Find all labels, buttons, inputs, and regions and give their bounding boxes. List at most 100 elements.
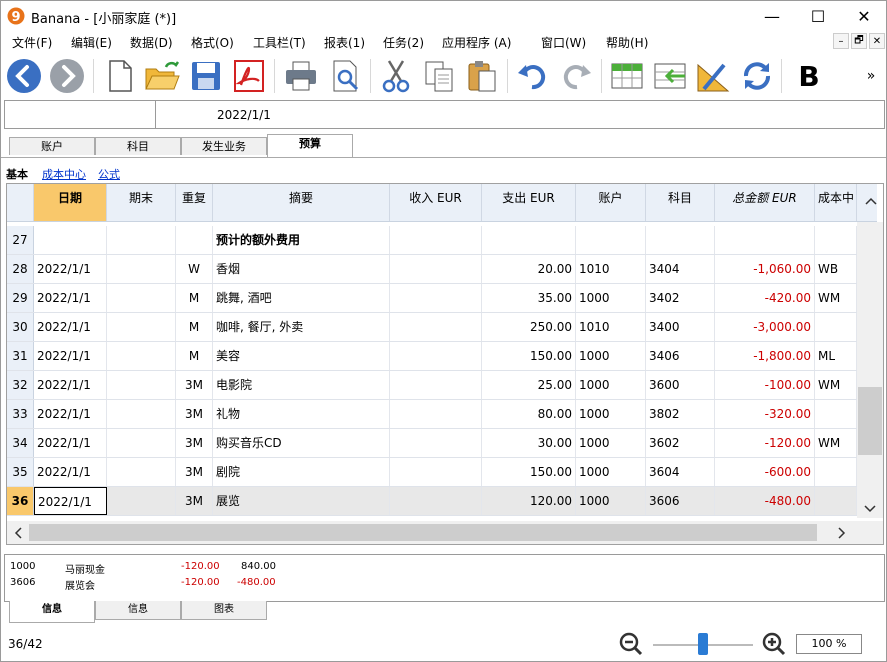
cell-date[interactable]: 2022/1/1 — [34, 487, 107, 515]
cell-description[interactable]: 礼物 — [213, 400, 390, 428]
cell-date[interactable]: 2022/1/1 — [34, 429, 107, 457]
cell-end[interactable] — [107, 342, 176, 370]
menu-apps[interactable]: 应用程序 (A) — [442, 34, 511, 51]
cell-account[interactable]: 1000 — [576, 342, 646, 370]
cell-account[interactable]: 1010 — [576, 313, 646, 341]
cell-repeat[interactable]: M — [176, 284, 213, 312]
cell-total[interactable]: -120.00 — [715, 429, 815, 457]
cell-cost-center[interactable]: WM — [815, 284, 857, 312]
col-header-category[interactable]: 科目 — [646, 184, 715, 221]
row-number[interactable]: 36 — [7, 487, 34, 515]
cell-account[interactable]: 1000 — [576, 458, 646, 486]
tab-transactions[interactable]: 发生业务 — [181, 137, 267, 155]
cell-description[interactable]: 咖啡, 餐厅, 外卖 — [213, 313, 390, 341]
table-row[interactable]: 28 2022/1/1 W 香烟 20.00 1010 3404 -1,060.00 WB — [7, 255, 857, 284]
row-number[interactable]: 31 — [7, 342, 34, 370]
tab-info-messages[interactable]: 信息 — [9, 601, 95, 623]
cell-end[interactable] — [107, 429, 176, 457]
cell-reference[interactable] — [5, 101, 156, 128]
cell-category[interactable]: 3604 — [646, 458, 715, 486]
zoom-level-field[interactable]: 100 % — [796, 634, 862, 654]
recheck-button[interactable] — [738, 57, 776, 95]
cell-total[interactable]: -100.00 — [715, 371, 815, 399]
mdi-minimize-button[interactable]: – — [833, 33, 849, 49]
row-number[interactable]: 33 — [7, 400, 34, 428]
view-formula[interactable]: 公式 — [98, 166, 120, 182]
forward-button[interactable] — [48, 57, 86, 95]
back-button[interactable] — [5, 57, 43, 95]
cell-income[interactable] — [390, 226, 482, 254]
cell-cost-center[interactable] — [815, 458, 857, 486]
col-header-date[interactable]: 日期 — [34, 184, 107, 221]
cell-total[interactable]: -420.00 — [715, 284, 815, 312]
vertical-scroll-thumb[interactable] — [858, 387, 882, 455]
table-row[interactable]: 30 2022/1/1 M 咖啡, 餐厅, 外卖 250.00 1010 3400 -3,00… — [7, 313, 857, 342]
cell-description[interactable]: 电影院 — [213, 371, 390, 399]
cell-end[interactable] — [107, 226, 176, 254]
horizontal-scroll-thumb[interactable] — [29, 524, 817, 541]
col-header-income[interactable]: 收入 EUR — [390, 184, 482, 221]
cell-category[interactable]: 3400 — [646, 313, 715, 341]
tab-budget[interactable]: 预算 — [267, 134, 353, 157]
cell-category[interactable]: 3404 — [646, 255, 715, 283]
cell-expense[interactable]: 20.00 — [482, 255, 576, 283]
cell-cost-center[interactable]: WM — [815, 429, 857, 457]
cell-category[interactable]: 3602 — [646, 429, 715, 457]
print-preview-button[interactable] — [327, 57, 365, 95]
row-number[interactable]: 28 — [7, 255, 34, 283]
cell-repeat[interactable]: 3M — [176, 487, 213, 515]
tab-categories[interactable]: 科目 — [95, 137, 181, 155]
cell-date[interactable]: 2022/1/1 — [34, 400, 107, 428]
bold-button[interactable]: B — [790, 57, 828, 95]
scroll-up-icon[interactable] — [865, 196, 877, 206]
cell-end[interactable] — [107, 313, 176, 341]
cell-cost-center[interactable]: WM — [815, 371, 857, 399]
cell-category[interactable]: 3406 — [646, 342, 715, 370]
pdf-button[interactable] — [230, 57, 268, 95]
cell-date[interactable]: 2022/1/1 — [34, 255, 107, 283]
cell-category[interactable]: 3606 — [646, 487, 715, 515]
table-row[interactable]: 36 2022/1/1 3M 展览 120.00 1000 3606 -480.00 — [7, 487, 857, 516]
cell-total[interactable]: -480.00 — [715, 487, 815, 515]
table-row[interactable]: 29 2022/1/1 M 跳舞, 酒吧 35.00 1000 3402 -420.00 WM — [7, 284, 857, 313]
cell-income[interactable] — [390, 487, 482, 515]
cell-category[interactable] — [646, 226, 715, 254]
col-header-account[interactable]: 账户 — [576, 184, 646, 221]
table-row-section-header[interactable]: 27 预计的额外费用 — [7, 226, 857, 255]
menu-reports[interactable]: 报表(1) — [324, 34, 365, 51]
cell-income[interactable] — [390, 284, 482, 312]
cell-income[interactable] — [390, 458, 482, 486]
print-button[interactable] — [282, 57, 320, 95]
cell-end[interactable] — [107, 255, 176, 283]
col-header-total[interactable]: 总金额 EUR — [715, 184, 815, 221]
scroll-right-icon[interactable] — [837, 527, 847, 539]
cell-date[interactable]: 2022/1/1 — [34, 313, 107, 341]
menu-file[interactable]: 文件(F) — [12, 34, 52, 51]
cell-account[interactable]: 1000 — [576, 429, 646, 457]
cell-date[interactable]: 2022/1/1 — [34, 342, 107, 370]
cell-end[interactable] — [107, 458, 176, 486]
row-number[interactable]: 32 — [7, 371, 34, 399]
cell-description[interactable]: 香烟 — [213, 255, 390, 283]
cell-expense[interactable]: 30.00 — [482, 429, 576, 457]
row-number[interactable]: 34 — [7, 429, 34, 457]
cell-category[interactable]: 3802 — [646, 400, 715, 428]
cell-income[interactable] — [390, 371, 482, 399]
menu-edit[interactable]: 编辑(E) — [71, 34, 112, 51]
tab-accounts[interactable]: 账户 — [9, 137, 95, 155]
zoom-out-icon[interactable] — [619, 632, 643, 656]
col-header-repeat[interactable]: 重复 — [176, 184, 213, 221]
menu-toolbar[interactable]: 工具栏(T) — [253, 34, 306, 51]
minimize-button[interactable]: — — [749, 1, 795, 31]
view-cost-center[interactable]: 成本中心 — [42, 166, 86, 182]
edit-ruler-button[interactable] — [694, 57, 732, 95]
cell-repeat[interactable]: W — [176, 255, 213, 283]
cell-end[interactable] — [107, 400, 176, 428]
cell-date[interactable]: 2022/1/1 — [34, 458, 107, 486]
cell-total[interactable]: -320.00 — [715, 400, 815, 428]
cell-account[interactable]: 1000 — [576, 284, 646, 312]
redo-button[interactable] — [557, 57, 595, 95]
move-row-button[interactable] — [651, 57, 689, 95]
cell-date[interactable]: 2022/1/1 — [34, 371, 107, 399]
cell-expense[interactable]: 120.00 — [482, 487, 576, 515]
